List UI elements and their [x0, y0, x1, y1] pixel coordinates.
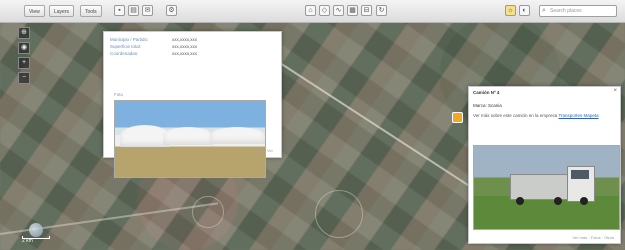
info-row: Superficie total: xxx,xxxx,xxx	[110, 44, 197, 50]
path-icon[interactable]: ∿	[333, 5, 344, 16]
email-icon[interactable]: ✉	[142, 5, 153, 16]
placemark-icon[interactable]: ⌂	[305, 5, 316, 16]
photo-label: Foto	[114, 92, 124, 97]
ruler-icon[interactable]: ⊟	[361, 5, 372, 16]
search-input[interactable]: ⌕ Search places	[539, 5, 617, 17]
popup-title: Camión Nº 4	[473, 90, 500, 95]
info-label: Superficie total:	[110, 44, 142, 49]
placemark-popup-silo: Municipio / Partido: xxx,xxxx,xxx Superf…	[103, 31, 282, 178]
refresh-icon[interactable]: ↻	[376, 5, 387, 16]
overlay-icon[interactable]: ▦	[347, 5, 358, 16]
company-link[interactable]: Transportes Mapeta	[558, 113, 598, 118]
placemark-popup-truck: Camión Nº 4 × Marca: Scania Ver más sobr…	[468, 86, 621, 244]
info-value: xxx,xxxx,xxx	[172, 37, 198, 42]
sun-icon[interactable]: ☼	[505, 5, 516, 16]
info-value: xxx,xxxx,xxx	[172, 44, 198, 49]
close-icon[interactable]: ×	[613, 88, 617, 94]
map-irrigation-circle	[192, 196, 224, 228]
zoom-in-icon[interactable]: +	[18, 57, 30, 69]
toolbar-button[interactable]: View	[24, 5, 45, 17]
popup-subtitle: Marca: Scania	[473, 103, 502, 108]
info-row: Coordenadas: xxx,xxxx,xxx	[110, 51, 197, 57]
print-icon[interactable]: ▤	[128, 5, 139, 16]
toolbar-button[interactable]: Layers	[49, 5, 75, 17]
silo-bags-photo[interactable]	[114, 100, 266, 178]
popup-description: Ver más sobre este camión en la empresa …	[473, 113, 613, 119]
info-value: xxx,xxxx,xxx	[172, 51, 198, 56]
placemark-pin-icon[interactable]	[452, 112, 463, 123]
globe-logo-icon	[29, 223, 43, 237]
settings-icon[interactable]: ⚙	[166, 5, 177, 16]
info-label: Municipio / Partido:	[110, 37, 149, 42]
popup-footer-links[interactable]: Ver más · Fotos · Otros	[572, 235, 614, 240]
map-irrigation-circle	[315, 190, 363, 238]
planet-icon[interactable]: ◐	[519, 5, 530, 16]
toolbar-button[interactable]: Tools	[80, 5, 102, 17]
search-icon: ⌕	[542, 7, 546, 14]
description-text: Ver más sobre este camión en la empresa	[473, 113, 559, 118]
truck-photo[interactable]	[473, 145, 620, 230]
zoom-out-icon[interactable]: −	[18, 72, 30, 84]
info-label: Coordenadas:	[110, 51, 139, 56]
save-icon[interactable]: ▪	[114, 5, 125, 16]
scale-label: 2 km	[22, 238, 33, 244]
info-row: Municipio / Partido: xxx,xxxx,xxx	[110, 37, 197, 43]
popup-footer-links[interactable]: Foto 1 | Ver	[252, 148, 273, 153]
navigation-control-icon[interactable]: ⊕	[18, 27, 30, 39]
top-toolbar: View Layers Tools ▪ ▤ ✉ ⚙ ⌂ ◇ ∿ ▦ ⊟ ↻ ☼ …	[0, 0, 625, 23]
polygon-icon[interactable]: ◇	[319, 5, 330, 16]
look-around-icon[interactable]: ◉	[18, 42, 30, 54]
search-placeholder: Search places	[550, 8, 582, 14]
